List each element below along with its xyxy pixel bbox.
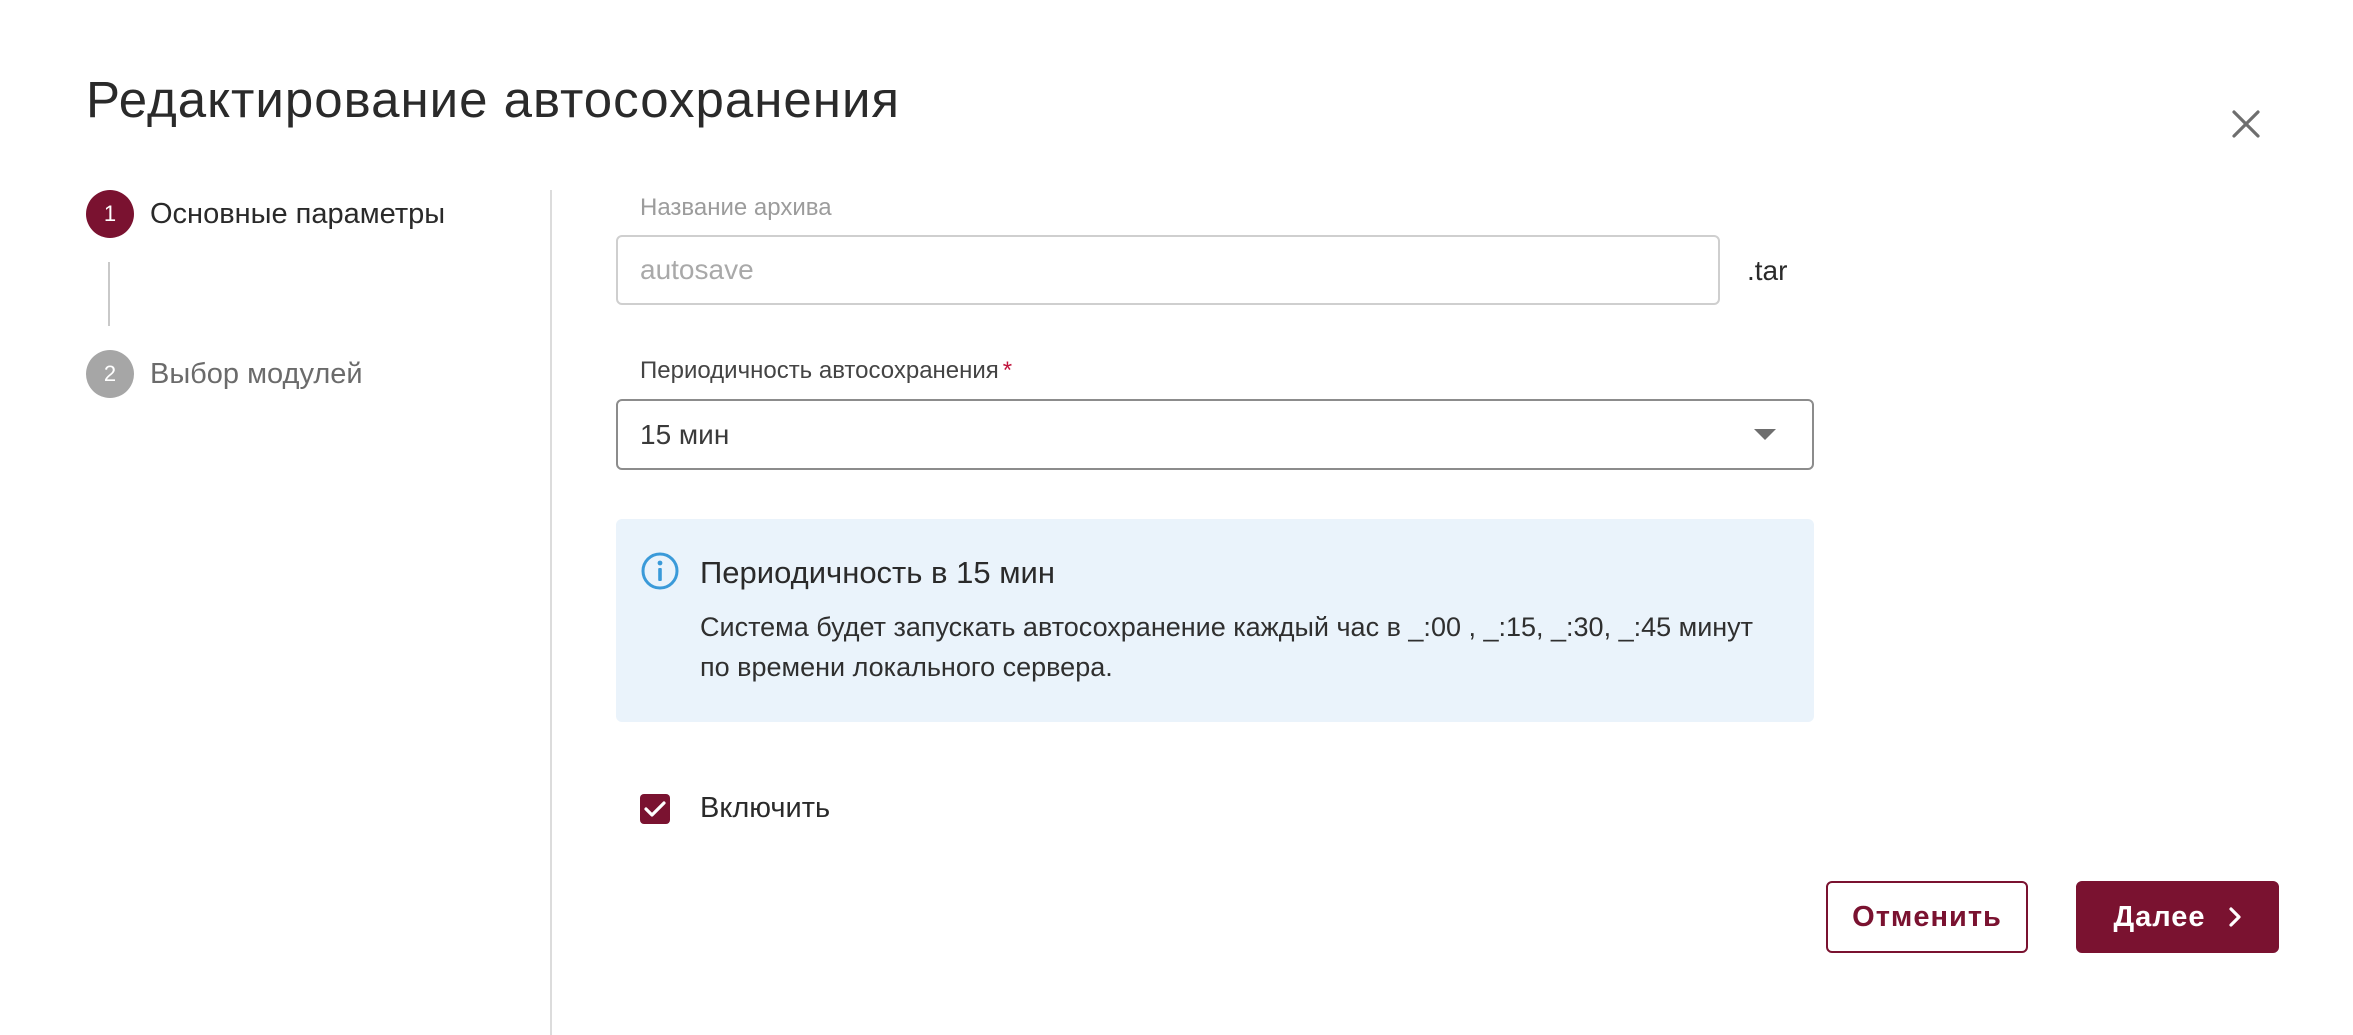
close-button[interactable] <box>2226 104 2266 144</box>
period-select[interactable]: 15 мин <box>616 399 1814 470</box>
archive-name-label: Название архива <box>640 194 832 221</box>
enable-checkbox[interactable] <box>640 793 670 824</box>
close-icon <box>2232 110 2260 138</box>
next-button[interactable]: Далее <box>2076 881 2279 953</box>
stepper: 1 Основные параметры 2 Выбор модулей <box>86 190 546 410</box>
next-button-label: Далее <box>2113 900 2206 933</box>
step-main-params[interactable]: 1 Основные параметры <box>86 190 445 238</box>
archive-extension: .tar <box>1747 255 1788 286</box>
step-number: 1 <box>86 190 134 238</box>
archive-name-input[interactable] <box>616 235 1720 305</box>
info-text: Система будет запускать автосохранение к… <box>700 612 1754 682</box>
chevron-right-icon <box>2228 906 2242 928</box>
info-title: Периодичность в 15 мин <box>700 555 1055 590</box>
enable-checkbox-label: Включить <box>700 792 831 824</box>
cancel-button-label: Отменить <box>1852 900 2002 933</box>
dialog-title: Редактирование автосохранения <box>86 71 901 128</box>
info-alert: Периодичность в 15 мин Система будет зап… <box>616 519 1814 722</box>
period-select-value: 15 мин <box>640 418 730 450</box>
caret-down-icon <box>1754 429 1776 440</box>
vertical-divider <box>550 190 552 1035</box>
step-number: 2 <box>86 350 134 398</box>
period-label-text: Периодичность автосохранения <box>640 357 999 384</box>
autosave-edit-dialog: Редактирование автосохранения 1 Основные… <box>0 0 2353 1035</box>
required-mark: * <box>1002 357 1013 384</box>
period-label: Периодичность автосохранения * <box>640 357 1012 385</box>
step-label: Выбор модулей <box>150 357 363 390</box>
step-module-selection[interactable]: 2 Выбор модулей <box>86 350 363 398</box>
enable-checkbox-row[interactable]: Включить <box>640 792 830 825</box>
cancel-button[interactable]: Отменить <box>1826 881 2028 953</box>
step-connector <box>108 262 110 326</box>
info-icon <box>641 552 679 590</box>
check-icon <box>644 800 666 817</box>
step-label: Основные параметры <box>150 197 446 230</box>
